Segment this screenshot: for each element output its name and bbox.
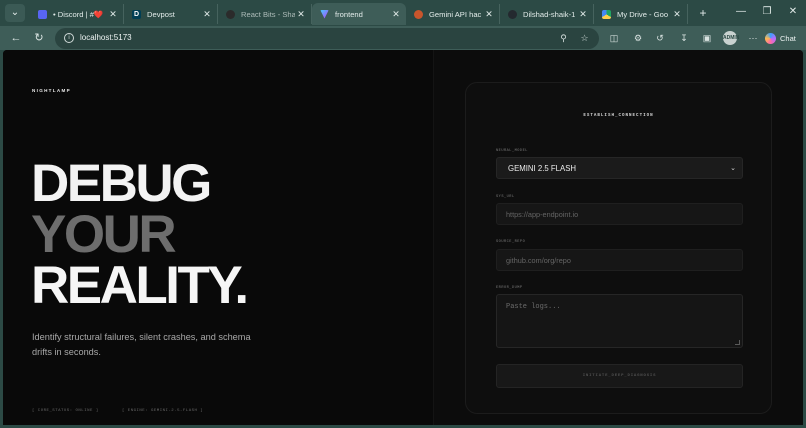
resize-grip-icon[interactable] bbox=[735, 340, 740, 345]
tab-discord[interactable]: • Discord | #❤️ ✕ bbox=[30, 4, 124, 24]
back-arrow-icon[interactable]: ← bbox=[8, 30, 24, 46]
browser-toolbar: ← ↻ i localhost:5173 ⚲ ☆ ◫ ⚙ ↺ ↧ ▣ ADMIN… bbox=[0, 26, 806, 50]
screen-cast-icon[interactable]: ▣ bbox=[700, 31, 714, 45]
github-favicon-icon bbox=[508, 9, 517, 19]
site-info-icon[interactable]: i bbox=[64, 33, 74, 43]
extensions-icon[interactable]: ⚙ bbox=[631, 31, 645, 45]
tab-title: Gemini API hac bbox=[429, 9, 482, 19]
discord-favicon-icon bbox=[38, 9, 47, 19]
brand-logo: NIGHTLAMP bbox=[32, 88, 72, 93]
headline-line-3: REALITY. bbox=[31, 256, 249, 315]
favorite-star-icon[interactable]: ☆ bbox=[578, 32, 591, 45]
model-selected-value: GEMINI 2.5 FLASH bbox=[508, 164, 577, 173]
close-icon[interactable]: ✕ bbox=[201, 9, 213, 20]
tab-google-drive[interactable]: My Drive - Goo ✕ bbox=[594, 4, 688, 24]
core-status-label: [ CORE_STATUS: ONLINE ] bbox=[32, 409, 99, 413]
diagnose-submit-button[interactable]: INITIATE_DEEP_DIAGNOSIS bbox=[496, 364, 743, 388]
tab-title: Devpost bbox=[147, 9, 175, 19]
close-icon[interactable]: ✕ bbox=[107, 9, 119, 20]
close-icon[interactable]: ✕ bbox=[483, 9, 495, 20]
profile-avatar[interactable]: ADMIN bbox=[723, 31, 739, 45]
logs-label: ERROR_DUMP bbox=[496, 286, 523, 290]
more-menu-icon[interactable]: ⋯ bbox=[746, 31, 760, 45]
tab-title: Dilshad-shaik-1 bbox=[523, 9, 576, 19]
copilot-chat-button[interactable]: Chat bbox=[765, 29, 803, 47]
minimize-icon[interactable]: — bbox=[728, 0, 754, 24]
tab-title: React Bits - Sha bbox=[241, 9, 295, 19]
close-icon[interactable]: ✕ bbox=[295, 9, 307, 20]
downloads-icon[interactable]: ↧ bbox=[677, 31, 691, 45]
tab-title: frontend bbox=[335, 9, 363, 19]
tab-strip: • Discord | #❤️ ✕ D Devpost ✕ React Bits… bbox=[30, 3, 714, 25]
engine-status-label: [ ENGINE: GEMINI-2.5-FLASH ] bbox=[122, 409, 204, 413]
close-window-icon[interactable]: ✕ bbox=[780, 0, 806, 24]
react-bits-favicon-icon bbox=[226, 9, 235, 19]
headline-line-2: YOUR bbox=[31, 205, 177, 264]
connection-card: ESTABLISH_CONNECTION NEURAL_MODEL GEMINI… bbox=[465, 82, 772, 414]
hackathon-favicon-icon bbox=[414, 9, 423, 19]
model-select[interactable]: GEMINI 2.5 FLASH ⌄ bbox=[496, 157, 743, 179]
zoom-icon[interactable]: ⚲ bbox=[557, 32, 570, 45]
card-title: ESTABLISH_CONNECTION bbox=[583, 114, 654, 118]
reload-icon[interactable]: ↻ bbox=[31, 30, 47, 46]
hero-headline: DEBUG YOUR REALITY. bbox=[31, 154, 249, 315]
hero-panel: NIGHTLAMP DEBUG YOUR REALITY. Identify s… bbox=[3, 50, 433, 425]
headline-line-1: DEBUG bbox=[31, 154, 212, 213]
google-drive-favicon-icon bbox=[602, 9, 611, 19]
url-label: SYS_URL bbox=[496, 195, 515, 199]
devpost-favicon-icon: D bbox=[132, 9, 141, 19]
hero-subtitle: Identify structural failures, silent cra… bbox=[32, 332, 251, 357]
tab-title: My Drive - Goo bbox=[617, 9, 669, 19]
tab-github[interactable]: Dilshad-shaik-1 ✕ bbox=[500, 4, 594, 24]
web-page: NIGHTLAMP DEBUG YOUR REALITY. Identify s… bbox=[3, 50, 803, 425]
tab-gemini-hackathon[interactable]: Gemini API hac ✕ bbox=[406, 4, 500, 24]
tab-search-chevron-icon[interactable]: ⌄ bbox=[5, 4, 25, 22]
window-controls: — ❐ ✕ bbox=[728, 0, 806, 24]
restore-icon[interactable]: ❐ bbox=[754, 0, 780, 24]
copilot-icon bbox=[765, 32, 776, 44]
error-logs-textarea[interactable]: Paste logs... bbox=[496, 294, 743, 348]
tab-devpost[interactable]: D Devpost ✕ bbox=[124, 4, 218, 24]
tab-frontend[interactable]: frontend ✕ bbox=[312, 3, 406, 25]
chat-label: Chat bbox=[780, 33, 796, 43]
repo-label: SOURCE_REPO bbox=[496, 240, 526, 244]
split-screen-icon[interactable]: ◫ bbox=[607, 31, 621, 45]
address-bar[interactable]: i localhost:5173 ⚲ ☆ bbox=[55, 28, 599, 49]
close-icon[interactable]: ✕ bbox=[671, 9, 683, 20]
chevron-down-icon: ⌄ bbox=[730, 165, 736, 172]
vite-favicon-icon bbox=[320, 9, 329, 19]
url-text[interactable]: localhost:5173 bbox=[80, 33, 132, 42]
app-url-input[interactable]: https://app-endpoint.io bbox=[496, 203, 743, 225]
logs-placeholder: Paste logs... bbox=[506, 303, 561, 311]
model-label: NEURAL_MODEL bbox=[496, 149, 528, 153]
tab-title: • Discord | #❤️ bbox=[53, 9, 104, 19]
close-icon[interactable]: ✕ bbox=[390, 9, 402, 20]
repo-url-input[interactable]: github.com/org/repo bbox=[496, 249, 743, 271]
history-icon[interactable]: ↺ bbox=[653, 31, 667, 45]
tab-react-bits[interactable]: React Bits - Sha ✕ bbox=[218, 4, 312, 24]
close-icon[interactable]: ✕ bbox=[577, 9, 589, 20]
browser-tab-bar: ⌄ • Discord | #❤️ ✕ D Devpost ✕ React Bi… bbox=[0, 0, 806, 26]
new-tab-button[interactable]: + bbox=[692, 3, 714, 23]
